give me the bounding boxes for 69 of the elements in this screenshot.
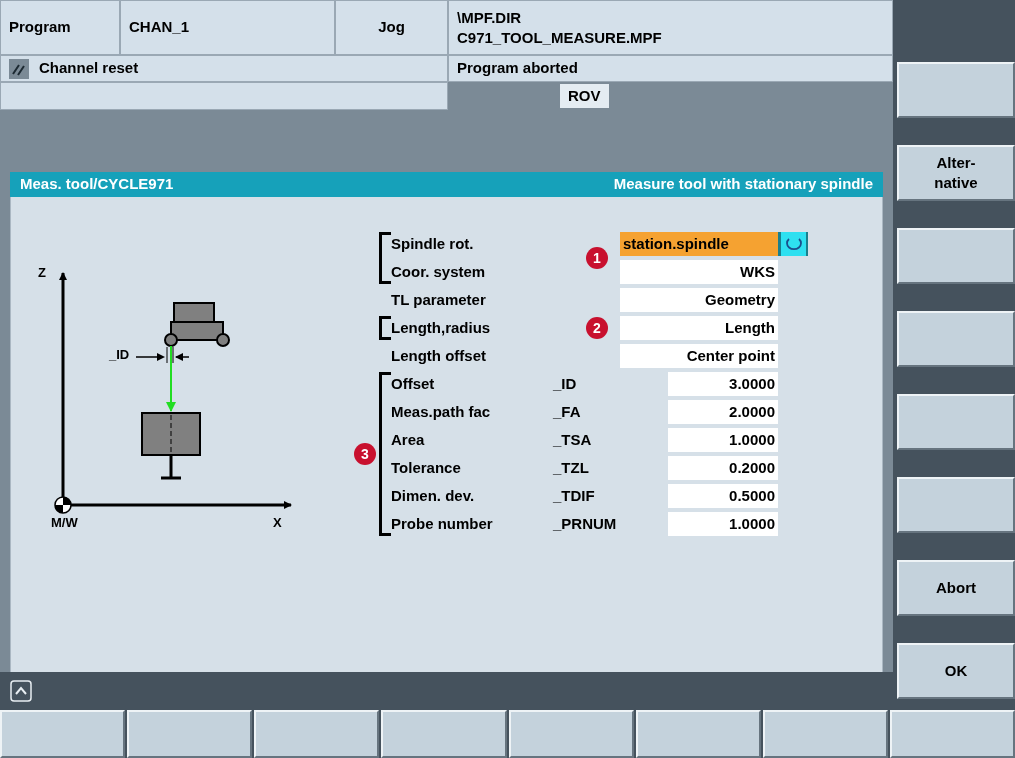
field-label: Length offset — [391, 345, 487, 366]
callout-marker: 2 — [586, 317, 608, 339]
softkey[interactable] — [762, 710, 888, 758]
field-label: TL parameter — [391, 289, 487, 310]
axis-label: Z — [38, 265, 46, 280]
softkey[interactable] — [127, 710, 253, 758]
rov-indicator: ROV — [560, 84, 609, 108]
program-path: \MPF.DIR C971_TOOL_MEASURE.MPF — [448, 0, 893, 55]
toggle-icon — [784, 237, 803, 251]
reset-icon — [9, 58, 29, 79]
field-label: Dimen. dev. — [391, 485, 476, 506]
select-field[interactable]: WKS — [620, 260, 778, 284]
field-label: Tolerance — [391, 457, 462, 478]
parameter-code: _TDIF — [553, 485, 595, 506]
field-label: Meas.path fac — [391, 401, 492, 422]
origin-icon — [54, 496, 72, 514]
dimension-label: _ID — [109, 347, 130, 362]
area-label: Program — [0, 0, 120, 55]
softkey[interactable] — [381, 710, 507, 758]
parameter-code: _TSA — [553, 429, 592, 450]
origin-label: M/W — [51, 515, 78, 530]
select-field[interactable]: Center point — [620, 344, 778, 368]
softkey[interactable] — [897, 228, 1015, 284]
measuring-path-arrow — [166, 345, 176, 412]
number-field[interactable]: 2.0000 — [668, 400, 778, 424]
softkey[interactable] — [897, 62, 1015, 118]
program-status: Program aborted — [448, 55, 893, 82]
number-field[interactable]: 0.5000 — [668, 484, 778, 508]
field-label: Length,radius — [391, 317, 492, 338]
dialog-subtitle: Measure tool with stationary spindle — [613, 174, 873, 195]
dialog-title: Meas. tool/CYCLE971 — [20, 174, 174, 195]
select-field[interactable]: Geometry — [620, 288, 778, 312]
softkey[interactable] — [897, 394, 1015, 450]
parameter-code: _TZL — [553, 457, 589, 478]
softkey[interactable] — [0, 710, 126, 758]
softkey[interactable] — [635, 710, 761, 758]
callout-marker: 3 — [354, 443, 376, 465]
field-label: Offset — [391, 373, 436, 394]
softkey[interactable] — [897, 311, 1015, 367]
number-field[interactable]: 0.2000 — [668, 456, 778, 480]
axis-label: X — [273, 515, 282, 530]
parameter-code: _PRNUM — [553, 513, 617, 534]
channel-name: CHAN_1 — [120, 0, 335, 55]
softkey[interactable]: Alter- native — [897, 145, 1015, 201]
softkey[interactable] — [254, 710, 380, 758]
field-label: Area — [391, 429, 426, 450]
dimension-line — [135, 346, 190, 364]
softkey[interactable] — [897, 477, 1015, 533]
softkey[interactable] — [508, 710, 634, 758]
softkey[interactable]: OK — [897, 643, 1015, 699]
select-field[interactable]: station.spindle — [620, 232, 778, 256]
field-label: Coor. system — [391, 261, 487, 282]
channel-status: Channel reset — [39, 58, 139, 79]
number-field[interactable]: 1.0000 — [668, 512, 778, 536]
field-label: Spindle rot. — [391, 233, 475, 254]
chevron-up-icon[interactable] — [10, 680, 32, 702]
probe-drawing — [164, 302, 230, 347]
field-label: Probe number — [391, 513, 494, 534]
select-field[interactable]: Length — [620, 316, 778, 340]
tool-drawing — [141, 412, 201, 480]
number-field[interactable]: 1.0000 — [668, 428, 778, 452]
softkey[interactable] — [889, 710, 1015, 758]
callout-marker: 1 — [586, 247, 608, 269]
softkey[interactable]: Abort — [897, 560, 1015, 616]
parameter-code: _ID — [553, 373, 577, 394]
mode-label: Jog — [335, 0, 448, 55]
parameter-code: _FA — [553, 401, 581, 422]
toggle-button[interactable] — [778, 232, 808, 256]
number-field[interactable]: 3.0000 — [668, 372, 778, 396]
